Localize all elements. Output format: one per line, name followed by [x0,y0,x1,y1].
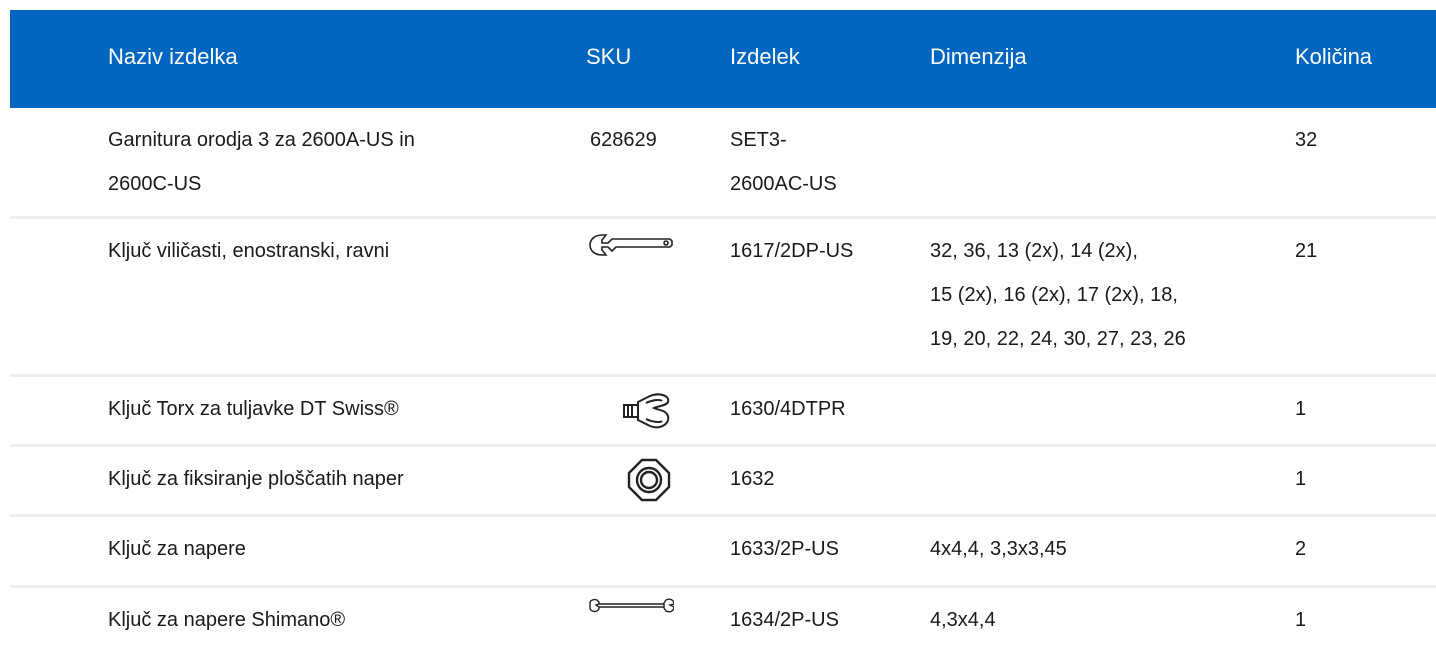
table-row: Ključ Torx za tuljavke DT Swiss® 1630/4D… [10,377,1436,447]
row-product: 1634/2P-US [730,609,839,631]
row-name: Ključ Torx za tuljavke DT Swiss® [108,398,399,420]
table-row: Ključ za napere 1633/2P-US 4x4,4, 3,3x3,… [10,517,1436,588]
parts-table: Naziv izdelka SKU Izdelek Dimenzija Koli… [10,10,1436,658]
row-product: 1630/4DTPR [730,398,846,420]
row-quantity: 21 [1295,240,1318,262]
row-quantity: 1 [1295,609,1307,631]
row-dimension: 32, 36, 13 (2x), 14 (2x), 15 (2x), 16 (2… [930,240,1186,350]
torx-key-icon [622,390,674,437]
row-product: 1633/2P-US [730,538,839,560]
row-dimension: 4x4,4, 3,3x3,45 [930,538,1067,560]
row-product: 1617/2DP-US [730,240,854,262]
table-header: Naziv izdelka SKU Izdelek Dimenzija Koli… [10,10,1436,108]
row-sku: 628629 [590,129,657,151]
row-quantity: 1 [1295,398,1307,420]
row-quantity: 32 [1295,129,1318,151]
header-sku: SKU [586,44,632,69]
row-quantity: 1 [1295,468,1307,490]
open-end-wrench-icon [588,231,674,264]
row-name: Ključ za fiksiranje ploščatih naper [108,468,404,490]
row-dimension: 4,3x4,4 [930,609,996,631]
row-product: SET3- 2600AC-US [730,129,837,195]
double-spoke-wrench-icon [588,596,675,621]
header-quantity: Količina [1295,44,1373,69]
row-product: 1632 [730,468,775,490]
header-dimension: Dimenzija [930,44,1027,69]
flat-spoke-holder-icon [625,456,673,509]
row-quantity: 2 [1295,538,1307,560]
row-name: Ključ za napere [108,538,246,560]
table-row: Ključ za napere Shimano® 1634/2P-US 4,3x… [10,588,1436,658]
table-row: Ključ za fiksiranje ploščatih naper 1632… [10,447,1436,517]
header-name: Naziv izdelka [108,44,238,69]
row-name: Ključ za napere Shimano® [108,609,346,631]
table-row: Ključ viličasti, enostranski, ravni 1617… [10,219,1436,377]
header-product: Izdelek [730,44,800,69]
row-name: Garnitura orodja 3 za 2600A-US in 2600C-… [108,129,415,195]
table-row: Garnitura orodja 3 za 2600A-US in 2600C-… [10,108,1436,219]
row-name: Ključ viličasti, enostranski, ravni [108,240,390,262]
